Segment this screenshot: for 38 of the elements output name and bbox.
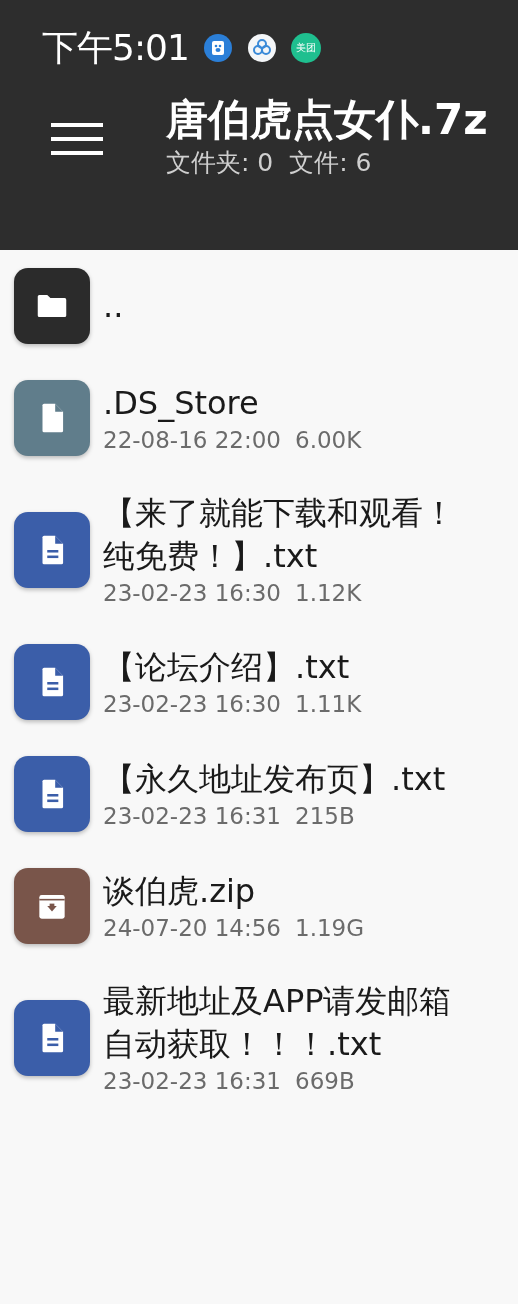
file-size: 215B xyxy=(295,801,355,831)
file-date: 22-08-16 22:00 xyxy=(103,425,281,455)
document-icon xyxy=(14,644,90,720)
file-name: 谈伯虎.zip xyxy=(103,870,257,912)
file-row[interactable]: .DS_Store 22-08-16 22:00 6.00K xyxy=(0,362,518,474)
file-size: 669B xyxy=(295,1067,355,1096)
file-date: 23-02-23 16:30 xyxy=(103,579,281,608)
document-icon xyxy=(14,512,90,588)
file-name: 【论坛介绍】.txt xyxy=(103,646,351,688)
file-icon xyxy=(14,380,90,456)
file-size: 1.19G xyxy=(295,913,365,943)
file-row[interactable]: 【论坛介绍】.txt 23-02-23 16:30 1.11K xyxy=(0,626,518,738)
file-name: 【永久地址发布页】.txt xyxy=(103,758,447,800)
file-date: 23-02-23 16:31 xyxy=(103,1067,281,1096)
archive-title: 唐伯虎点女仆.7z xyxy=(166,94,488,146)
file-row[interactable]: .. xyxy=(0,250,518,362)
file-size: 1.12K xyxy=(295,579,362,608)
folder-icon xyxy=(14,268,90,344)
file-row[interactable]: 【永久地址发布页】.txt 23-02-23 16:31 215B xyxy=(0,738,518,850)
archive-summary: 文件夹: 0 文件: 6 xyxy=(166,147,373,179)
file-name: .DS_Store xyxy=(103,382,260,424)
file-name: .. xyxy=(103,285,125,327)
app-badge: 美团 xyxy=(290,33,321,63)
file-date: 23-02-23 16:31 xyxy=(103,801,281,831)
file-size: 1.11K xyxy=(295,689,362,719)
status-time: 下午5:01 xyxy=(42,26,189,70)
file-row[interactable]: 谈伯虎.zip 24-07-20 14:56 1.19G xyxy=(0,850,518,962)
file-date: 24-07-20 14:56 xyxy=(103,913,281,943)
file-date: 23-02-23 16:30 xyxy=(103,689,281,719)
file-row[interactable]: 【来了就能下载和观看！纯免费！】.txt 23-02-23 16:30 1.12K xyxy=(0,474,518,626)
archive-icon xyxy=(14,868,90,944)
menu-icon xyxy=(51,121,103,157)
document-icon xyxy=(14,1000,90,1076)
file-name: 【来了就能下载和观看！纯免费！】.txt xyxy=(103,493,456,577)
file-row[interactable]: 最新地址及APP请发邮箱自动获取！！！.txt 23-02-23 16:31 669B xyxy=(0,962,518,1114)
file-size: 6.00K xyxy=(295,425,362,455)
file-name: 最新地址及APP请发邮箱自动获取！！！.txt xyxy=(103,981,453,1065)
document-icon xyxy=(14,756,90,832)
